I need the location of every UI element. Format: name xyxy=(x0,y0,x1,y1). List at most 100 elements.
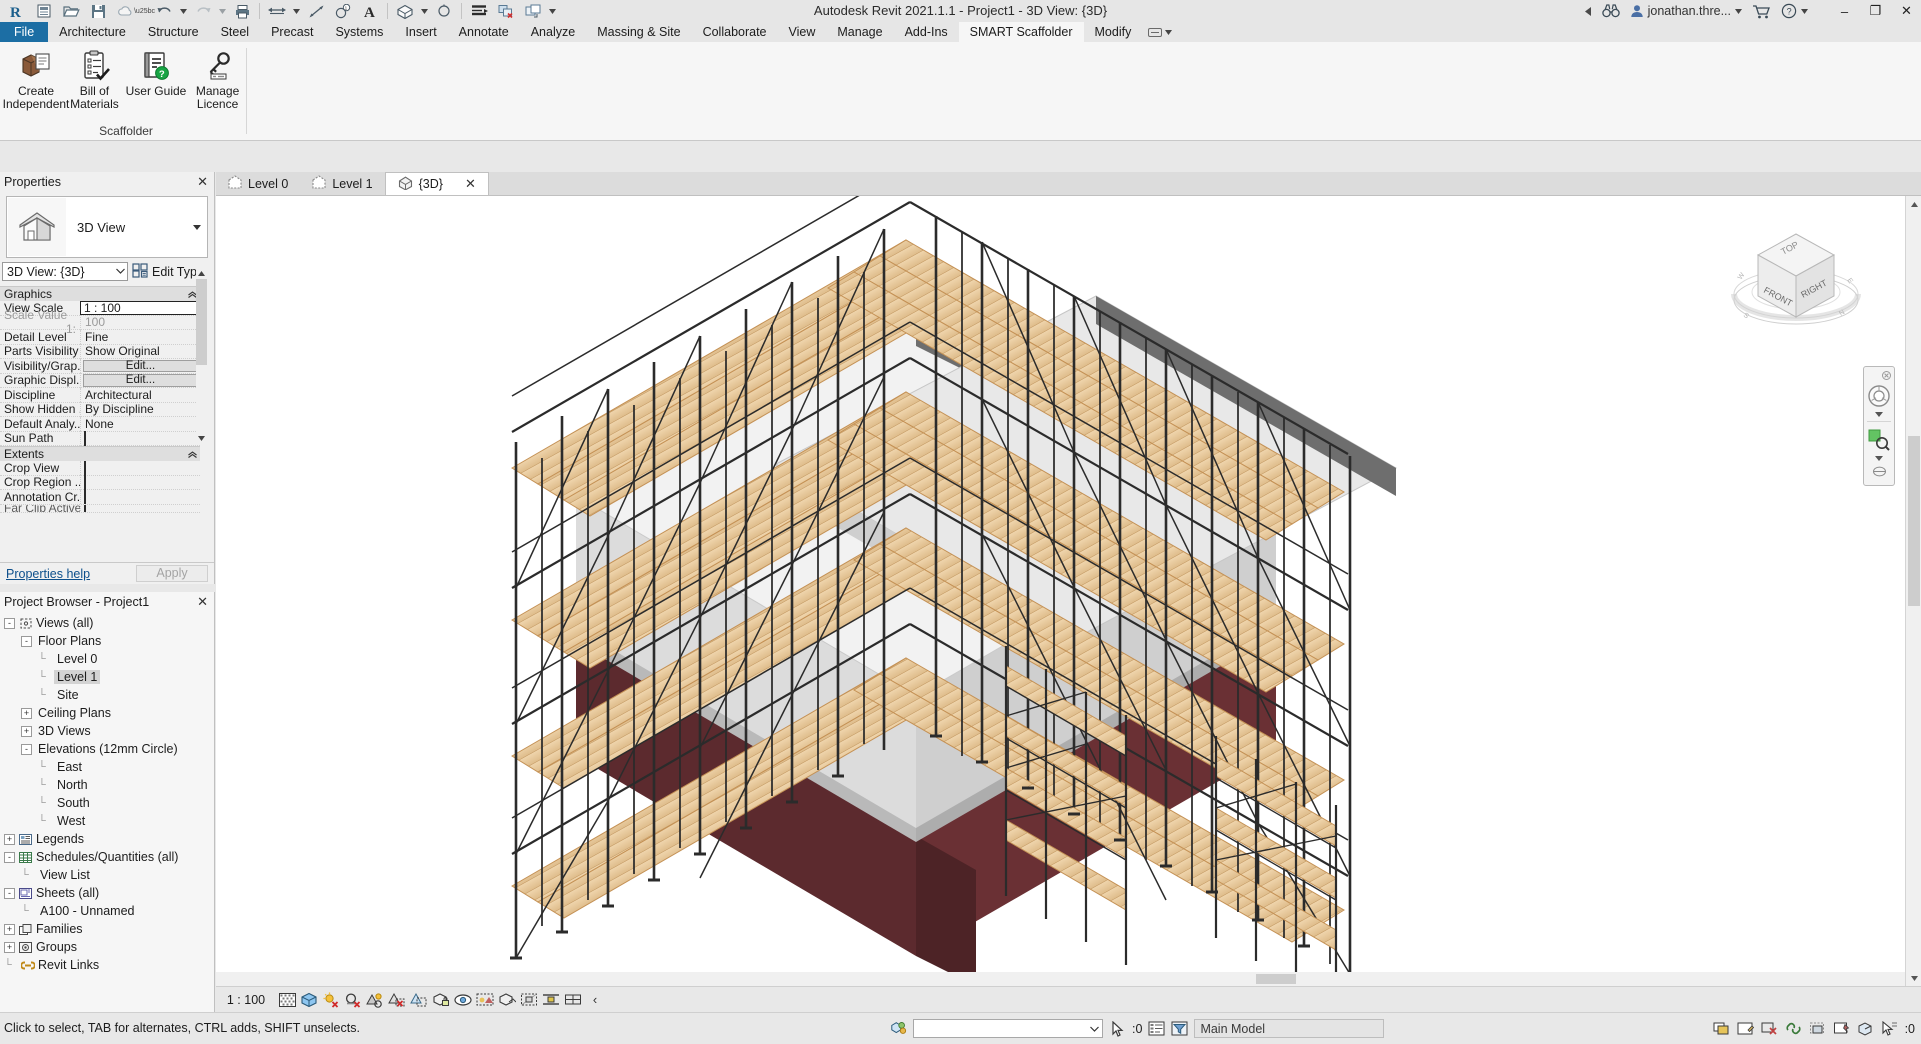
zoom-region-icon[interactable] xyxy=(1865,426,1893,454)
expand-toggle-icon[interactable]: + xyxy=(21,725,32,737)
view-tab-level-1[interactable]: Level 1 xyxy=(300,172,385,195)
measure-icon[interactable] xyxy=(264,1,290,22)
property-row-graphic-display[interactable]: Graphic Displ... Edit... xyxy=(0,373,200,388)
ribbon-tab-collaborate[interactable]: Collaborate xyxy=(692,22,778,42)
tree-node[interactable]: + Families xyxy=(2,920,214,938)
type-selector-combo[interactable]: 3D View: {3D} xyxy=(2,262,128,281)
tree-node[interactable]: └ West xyxy=(2,812,214,830)
property-row-far-clip-active[interactable]: Far Clip Active xyxy=(0,504,200,513)
graphic-display-edit-button[interactable]: Edit... xyxy=(83,374,198,387)
status-filter-combo[interactable] xyxy=(913,1019,1103,1038)
crop-region-visible-checkbox[interactable] xyxy=(84,475,86,490)
project-browser-close-icon[interactable]: ✕ xyxy=(197,594,208,610)
visibility-graphics-edit-button[interactable]: Edit... xyxy=(83,359,198,372)
tree-node[interactable]: └ Level 0 xyxy=(2,650,214,668)
tree-node[interactable]: └ A100 - Unnamed xyxy=(2,902,214,920)
save-as-cloud-icon[interactable] xyxy=(112,1,138,22)
section-icon[interactable] xyxy=(431,1,457,22)
ribbon-tab-steel[interactable]: Steel xyxy=(210,22,261,42)
switch-windows-icon[interactable] xyxy=(520,1,546,22)
chevron-left-icon[interactable]: ‹ xyxy=(584,989,606,1011)
properties-help-link[interactable]: Properties help xyxy=(6,567,90,581)
tree-node-label[interactable]: North xyxy=(54,778,91,792)
filter-toggle-icon[interactable] xyxy=(1171,1020,1188,1037)
print-icon[interactable] xyxy=(229,1,255,22)
property-row-annotation-crop[interactable]: Annotation Cr... xyxy=(0,489,200,505)
close-hidden-windows-icon[interactable] xyxy=(493,1,519,22)
zoom-dropdown-arrow-icon[interactable] xyxy=(1875,456,1883,461)
apply-button[interactable]: Apply xyxy=(136,565,208,582)
properties-group-graphics-header[interactable]: Graphics xyxy=(0,286,200,301)
tree-node[interactable]: + Groups xyxy=(2,938,214,956)
scroll-up-arrow-icon[interactable] xyxy=(1906,196,1921,212)
tree-node[interactable]: - Schedules/Quantities (all) xyxy=(2,848,214,866)
steering-wheel-dropdown-arrow-icon[interactable] xyxy=(1875,412,1883,417)
redo-icon[interactable] xyxy=(190,1,216,22)
new-project-icon[interactable] xyxy=(31,1,57,22)
show-hidden-lines-value[interactable]: By Discipline xyxy=(80,402,200,417)
expand-toggle-icon[interactable]: + xyxy=(4,833,15,845)
tree-node-label[interactable]: Groups xyxy=(33,940,80,954)
revit-logo-icon[interactable]: R xyxy=(4,1,30,22)
tree-node[interactable]: └ South xyxy=(2,794,214,812)
crop-view-off-icon[interactable] xyxy=(386,989,408,1011)
ribbon-tab-smart-scaffolder[interactable]: SMART Scaffolder xyxy=(958,22,1084,42)
text-icon[interactable]: A xyxy=(357,1,383,22)
manage-licence-button[interactable]: Manage Licence xyxy=(189,48,246,111)
tree-node-label[interactable]: View List xyxy=(37,868,93,882)
view-tab-level-0[interactable]: Level 0 xyxy=(216,172,301,195)
annotation-crop-checkbox[interactable] xyxy=(84,489,86,504)
active-workset[interactable]: Main Model xyxy=(1194,1019,1385,1038)
ribbon-tab-systems[interactable]: Systems xyxy=(324,22,394,42)
design-option-icon[interactable] xyxy=(1713,1020,1730,1037)
scroll-thumb[interactable] xyxy=(196,279,207,365)
property-row-visibility-graphics[interactable]: Visibility/Grap... Edit... xyxy=(0,358,200,374)
rendering-dialog-icon[interactable] xyxy=(364,989,386,1011)
select-pinned-icon[interactable] xyxy=(1833,1020,1850,1037)
tree-node[interactable]: - Elevations (12mm Circle) xyxy=(2,740,214,758)
pan-icon[interactable] xyxy=(1865,463,1893,479)
tree-node-label[interactable]: Elevations (12mm Circle) xyxy=(35,742,181,756)
collapse-toggle-icon[interactable]: - xyxy=(4,851,15,863)
ribbon-tab-insert[interactable]: Insert xyxy=(394,22,447,42)
discipline-value[interactable]: Architectural xyxy=(80,387,200,402)
restore-button[interactable]: ❐ xyxy=(1861,0,1890,22)
exclude-options-icon[interactable] xyxy=(1761,1020,1778,1037)
expand-toggle-icon[interactable]: + xyxy=(4,941,15,953)
close-button[interactable]: ✕ xyxy=(1892,0,1921,22)
undo-icon[interactable] xyxy=(151,1,177,22)
tree-node-label[interactable]: West xyxy=(54,814,88,828)
default-analysis-value[interactable]: None xyxy=(80,416,200,431)
parts-visibility-value[interactable]: Show Original xyxy=(80,344,200,359)
tree-node-label[interactable]: Ceiling Plans xyxy=(35,706,114,720)
tree-node-label[interactable]: A100 - Unnamed xyxy=(37,904,138,918)
tree-node-label[interactable]: South xyxy=(54,796,93,810)
tree-node-label[interactable]: Sheets (all) xyxy=(33,886,102,900)
tree-node-label[interactable]: Site xyxy=(54,688,82,702)
tree-node[interactable]: └ North xyxy=(2,776,214,794)
tree-node-label[interactable]: East xyxy=(54,760,85,774)
collapse-toggle-icon[interactable]: - xyxy=(4,887,15,899)
help-button[interactable]: ? xyxy=(1777,0,1812,22)
tree-node-label[interactable]: Views (all) xyxy=(33,616,96,630)
tree-node[interactable]: └ East xyxy=(2,758,214,776)
chevron-down-icon[interactable] xyxy=(113,267,127,276)
worksharing-display-icon[interactable] xyxy=(562,989,584,1011)
collapse-toggle-icon[interactable]: - xyxy=(21,743,32,755)
scroll-up-arrow-icon[interactable] xyxy=(196,268,207,279)
collapse-chevron-icon[interactable] xyxy=(188,447,197,461)
property-row-sun-path[interactable]: Sun Path xyxy=(0,431,200,446)
edit-type-button[interactable]: Edit Type xyxy=(132,262,204,281)
expand-toggle-icon[interactable]: + xyxy=(21,707,32,719)
tree-node[interactable]: - Sheets (all) xyxy=(2,884,214,902)
far-clip-active-checkbox[interactable] xyxy=(84,504,86,512)
properties-group-extents-header[interactable]: Extents xyxy=(0,446,200,461)
canvas-v-scroll-thumb[interactable] xyxy=(1908,436,1920,606)
reveal-hidden-elements-icon[interactable] xyxy=(474,989,496,1011)
save-icon[interactable] xyxy=(85,1,111,22)
property-row-show-hidden[interactable]: Show Hidden ... By Discipline xyxy=(0,402,200,417)
model-filter-icon[interactable] xyxy=(890,1020,907,1037)
property-row-default-analysis[interactable]: Default Analy... None xyxy=(0,416,200,432)
user-guide-button[interactable]: ? User Guide xyxy=(123,48,189,98)
switch-windows-dropdown-arrow-icon[interactable] xyxy=(547,1,558,22)
